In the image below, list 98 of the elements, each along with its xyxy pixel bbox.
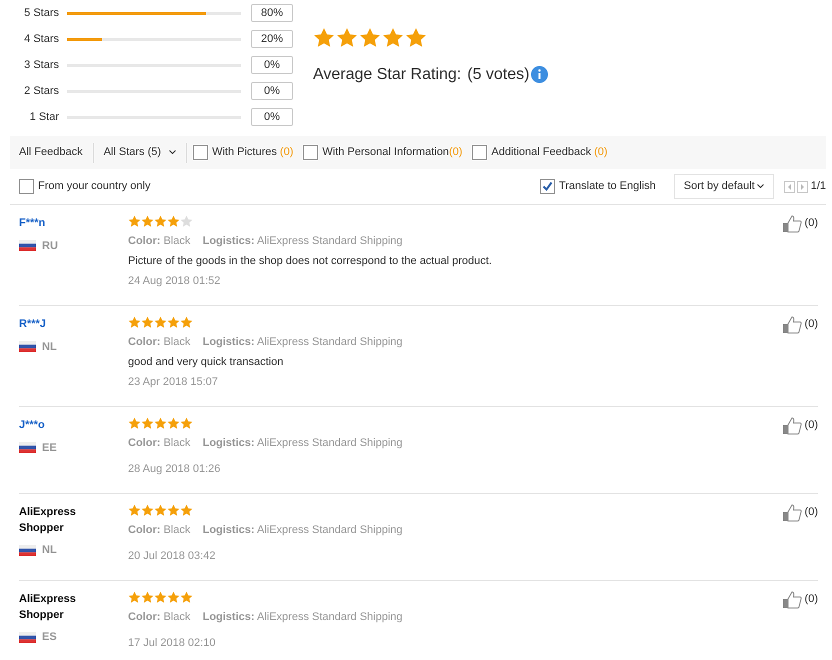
star-icon — [180, 417, 193, 430]
star-icon — [154, 215, 167, 228]
star-filter-dropdown[interactable]: All Stars (5) — [104, 144, 176, 161]
reviewer-name: AliExpress Shopper — [19, 505, 77, 536]
star-level-label: 5 Stars — [23, 6, 60, 21]
star-level-label: 3 Stars — [23, 58, 60, 73]
thumbs-up-icon[interactable] — [782, 591, 802, 609]
helpful-count: (0) — [804, 317, 818, 332]
star-icon — [154, 316, 167, 329]
filter-tab[interactable]: All Feedback — [19, 144, 83, 161]
star-icon — [167, 215, 180, 228]
reviewer-name[interactable]: R***J — [19, 316, 128, 332]
percent-value: 0% — [251, 82, 293, 100]
reviewer-name[interactable]: J***o — [19, 417, 128, 434]
helpful-count: (0) — [804, 216, 818, 231]
sort-dropdown[interactable]: Sort by default — [674, 174, 774, 199]
previous-page-icon[interactable] — [784, 180, 795, 192]
star-icon — [167, 417, 180, 430]
review-text: Picture of the goods in the shop does not correspond to the actual product. — [128, 254, 493, 269]
flag-icon — [19, 442, 36, 454]
percent-value: 20% — [251, 30, 293, 48]
review-date: 28 Aug 2018 01:26 — [128, 462, 222, 477]
checkbox[interactable] — [540, 179, 555, 194]
product-info: Color: Black Logistics: AliExpress Standard Shipping — [128, 610, 404, 625]
star-level-label: 4 Stars — [23, 32, 60, 47]
thumbs-up-icon[interactable] — [782, 316, 802, 334]
star-icon — [180, 591, 193, 604]
star-icon — [154, 417, 167, 430]
review-date: 17 Jul 2018 02:10 — [128, 636, 216, 651]
star-icon — [128, 504, 141, 517]
star-icon — [128, 215, 141, 228]
star-icon — [359, 27, 381, 49]
product-info: Color: Black Logistics: AliExpress Standard Shipping — [128, 335, 404, 350]
star-icon — [154, 591, 167, 604]
review-text: good and very quick transaction — [128, 355, 284, 370]
review-date: 23 Apr 2018 15:07 — [128, 375, 219, 390]
checkbox[interactable] — [303, 145, 318, 160]
star-icon — [336, 27, 358, 49]
star-icon — [167, 591, 180, 604]
review-date: 20 Jul 2018 03:42 — [128, 549, 216, 564]
country-code: NL — [42, 340, 57, 354]
country-code: ES — [42, 630, 57, 645]
country-code: EE — [42, 440, 57, 456]
star-icon — [180, 316, 193, 329]
star-icon — [154, 504, 167, 517]
checkbox[interactable] — [193, 145, 208, 160]
thumbs-up-icon[interactable] — [782, 417, 802, 435]
percent-value: 0% — [251, 108, 293, 126]
helpful-count: (0) — [804, 418, 818, 433]
checkbox[interactable] — [472, 145, 488, 160]
country-code: RU — [42, 238, 58, 254]
info-icon[interactable] — [531, 66, 548, 83]
flag-icon — [19, 341, 36, 352]
star-icon — [141, 591, 154, 604]
percent-value: 0% — [251, 56, 293, 74]
vote-count: (5 votes) — [467, 64, 530, 84]
star-icon — [180, 215, 193, 228]
checkbox-label: Translate to English — [558, 179, 656, 194]
filter-label: With Personal Information(0) — [322, 145, 462, 160]
star-icon — [141, 504, 154, 517]
thumbs-up-icon[interactable] — [782, 504, 802, 522]
product-info: Color: Black Logistics: AliExpress Standard Shipping — [128, 523, 404, 538]
star-icon — [141, 316, 154, 329]
flag-icon — [19, 632, 36, 643]
caret-icon — [169, 150, 176, 155]
star-level-label: 1 Star — [28, 110, 60, 125]
page-indicator: 1/1 — [810, 179, 826, 194]
star-icon — [167, 504, 180, 517]
review-date: 24 Aug 2018 01:52 — [128, 274, 222, 289]
star-icon — [180, 504, 193, 517]
percent-value: 80% — [251, 4, 293, 22]
caret-icon — [756, 184, 764, 189]
next-page-icon[interactable] — [796, 180, 808, 192]
star-icon — [313, 27, 335, 49]
reviewer-name[interactable]: F***n — [19, 215, 128, 232]
flag-icon — [19, 544, 36, 556]
reviewer-name: AliExpress Shopper — [19, 592, 77, 623]
country-code: NL — [42, 543, 57, 558]
star-icon — [141, 215, 154, 228]
product-info: Color: Black Logistics: AliExpress Standard Shipping — [128, 234, 404, 249]
star-icon — [382, 27, 404, 49]
average-rating-label: Average Star Rating: — [313, 64, 462, 84]
helpful-count: (0) — [804, 592, 818, 607]
thumbs-up-icon[interactable] — [782, 215, 802, 233]
checkbox[interactable] — [19, 179, 34, 194]
star-icon — [128, 316, 141, 329]
star-icon — [405, 27, 427, 49]
checkbox-label: From your country only — [38, 179, 150, 194]
star-icon — [141, 417, 154, 430]
flag-icon — [19, 240, 36, 252]
filter-label: With Pictures (0) — [212, 145, 294, 160]
filter-label: Additional Feedback (0) — [491, 145, 608, 160]
star-icon — [167, 316, 180, 329]
star-level-label: 2 Stars — [23, 84, 60, 99]
star-icon — [128, 417, 141, 430]
helpful-count: (0) — [804, 505, 818, 520]
star-icon — [128, 591, 141, 604]
product-info: Color: Black Logistics: AliExpress Standard Shipping — [128, 436, 404, 451]
